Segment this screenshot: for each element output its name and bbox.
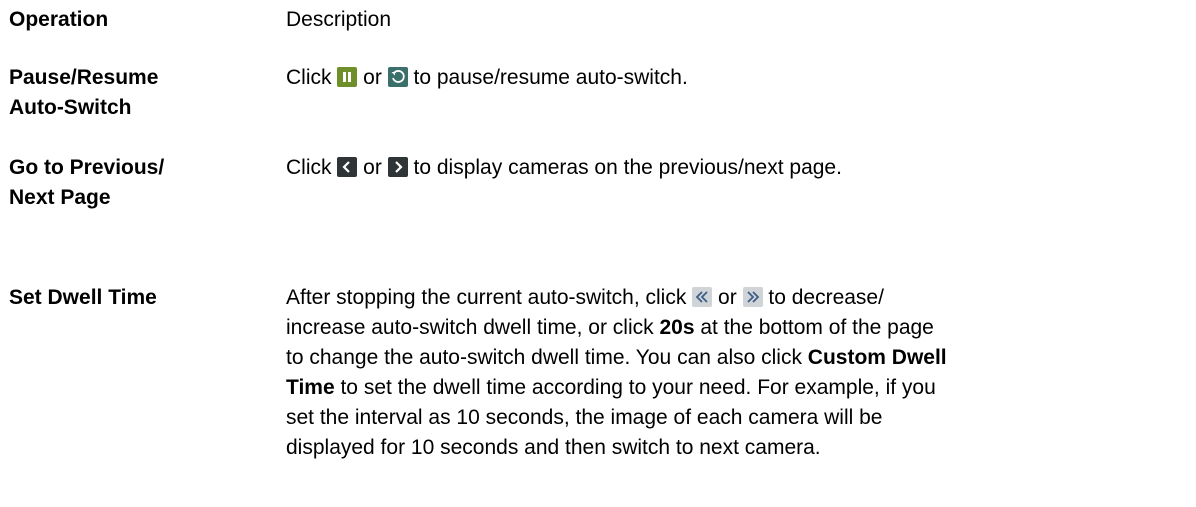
- row-pause-resume-operation: Pause/Resume Auto-Switch: [9, 63, 229, 123]
- desc-text: to pause/resume auto-switch.: [407, 66, 688, 89]
- desc-line: After stopping the current auto-switch, …: [286, 283, 1190, 313]
- row-dwell-time-description: After stopping the current auto-switch, …: [286, 283, 1190, 463]
- desc-text: to change the auto-switch dwell time. Yo…: [286, 346, 808, 369]
- desc-text: After stopping the current auto-switch, …: [286, 286, 693, 309]
- desc-text: to decrease/: [762, 286, 884, 309]
- desc-text: to set the dwell time according to your …: [334, 376, 936, 399]
- desc-line: increase auto-switch dwell time, or clic…: [286, 313, 1190, 343]
- custom-dwell-time-label: Custom Dwell: [807, 346, 947, 369]
- row-prev-next-operation: Go to Previous/ Next Page: [9, 153, 229, 213]
- desc-text: at the bottom of the page: [694, 316, 934, 339]
- row-prev-next-description: Click or to display cameras on the previ…: [286, 153, 1190, 183]
- desc-text: increase auto-switch dwell time, or clic…: [286, 316, 660, 339]
- desc-line: Time to set the dwell time according to …: [286, 373, 1190, 403]
- resume-icon: [387, 67, 408, 87]
- operation-line: Next Page: [9, 186, 111, 209]
- double-chevron-left-icon: [692, 287, 713, 307]
- desc-text: to display cameras on the previous/next …: [407, 156, 842, 179]
- chevron-right-icon: [387, 157, 408, 177]
- desc-text: or: [712, 286, 743, 309]
- operation-line: Pause/Resume: [9, 66, 159, 89]
- row-dwell-time-operation: Set Dwell Time: [9, 286, 157, 309]
- desc-line: to change the auto-switch dwell time. Yo…: [286, 343, 1190, 373]
- chevron-left-icon: [337, 157, 358, 177]
- desc-text: or: [357, 156, 388, 179]
- custom-dwell-time-label: Time: [286, 376, 335, 399]
- desc-text: or: [357, 66, 388, 89]
- operation-line: Go to Previous/: [9, 156, 165, 179]
- pause-icon: [337, 67, 358, 87]
- desc-line: set the interval as 10 seconds, the imag…: [286, 406, 883, 429]
- desc-text: Click: [286, 156, 338, 179]
- row-pause-resume-description: Click or to pause/resume auto-switch.: [286, 63, 1190, 93]
- double-chevron-right-icon: [742, 287, 763, 307]
- operation-line: Auto-Switch: [9, 96, 132, 119]
- header-description: Description: [286, 8, 392, 31]
- desc-line: displayed for 10 seconds and then switch…: [286, 436, 821, 459]
- desc-text: Click: [286, 66, 338, 89]
- dwell-20s-label: 20s: [659, 316, 695, 339]
- header-operation: Operation: [9, 8, 109, 31]
